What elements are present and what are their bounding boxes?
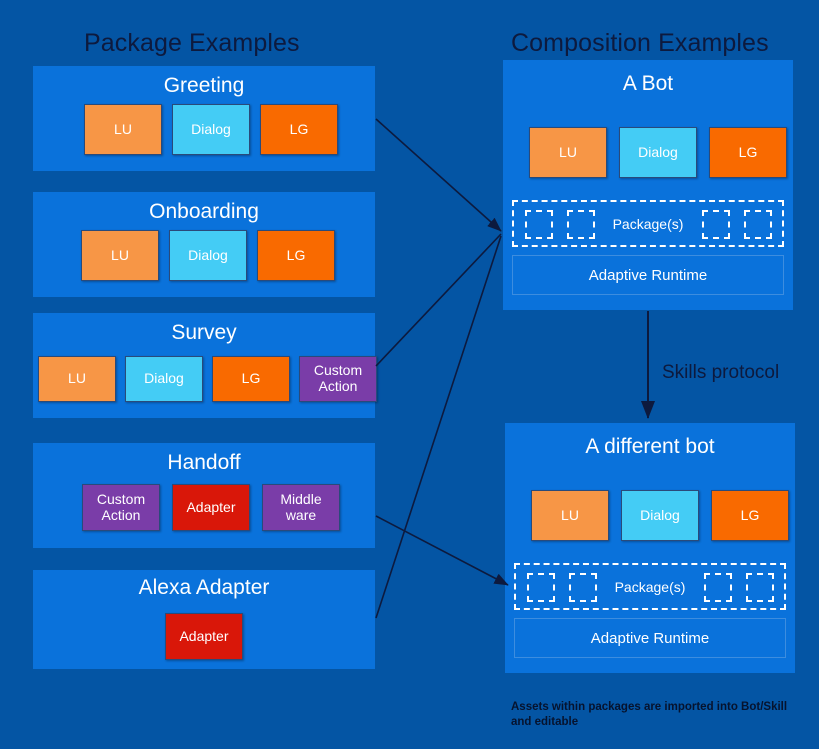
package-assets-survey: LU Dialog LG Custom Action	[38, 356, 377, 402]
asset-chip-lg[interactable]: LG	[709, 127, 787, 178]
asset-chip-dialog[interactable]: Dialog	[172, 104, 250, 155]
asset-chip-middleware[interactable]: Middle ware	[262, 484, 340, 531]
composition-title-a-different-bot: A different bot	[585, 435, 715, 458]
compositions-column-heading: Composition Examples	[511, 29, 769, 57]
package-slot[interactable]	[704, 573, 732, 602]
packages-band-label: Package(s)	[614, 579, 686, 595]
package-panel-handoff[interactable]: Handoff Custom Action Adapter Middle war…	[33, 443, 375, 548]
package-panel-survey[interactable]: Survey LU Dialog LG Custom Action	[33, 313, 377, 418]
package-title-handoff: Handoff	[167, 451, 241, 474]
package-assets-handoff: Custom Action Adapter Middle ware	[82, 484, 340, 531]
asset-chip-lg[interactable]: LG	[257, 230, 335, 281]
asset-chip-dialog[interactable]: Dialog	[169, 230, 247, 281]
asset-chip-lu[interactable]: LU	[38, 356, 116, 402]
package-panel-onboarding[interactable]: Onboarding LU Dialog LG	[33, 192, 375, 297]
composition-assets-a-different-bot: LU Dialog LG	[531, 490, 789, 541]
package-title-greeting: Greeting	[163, 74, 245, 97]
packages-band[interactable]: Package(s)	[514, 563, 786, 610]
composition-assets-a-bot: LU Dialog LG	[529, 127, 787, 178]
asset-chip-lu[interactable]: LU	[531, 490, 609, 541]
asset-chip-dialog[interactable]: Dialog	[125, 356, 203, 402]
skills-protocol-label: Skills protocol	[662, 362, 780, 383]
asset-chip-custom-action[interactable]: Custom Action	[299, 356, 377, 402]
asset-chip-lg[interactable]: LG	[212, 356, 290, 402]
packages-band[interactable]: Package(s)	[512, 200, 784, 247]
diagram-canvas: Package Examples Composition Examples Gr…	[0, 0, 819, 749]
adaptive-runtime-bar[interactable]: Adaptive Runtime	[512, 255, 784, 295]
asset-chip-dialog[interactable]: Dialog	[621, 490, 699, 541]
package-panel-alexa-adapter[interactable]: Alexa Adapter Adapter	[33, 570, 375, 669]
asset-chip-custom-action[interactable]: Custom Action	[82, 484, 160, 531]
asset-chip-lg[interactable]: LG	[711, 490, 789, 541]
package-assets-alexa-adapter: Adapter	[165, 613, 243, 660]
asset-chip-lu[interactable]: LU	[529, 127, 607, 178]
asset-chip-lu[interactable]: LU	[84, 104, 162, 155]
connector-handoff-to-a-different-bot	[375, 515, 509, 586]
connector-alexa-adapter-to-a-bot	[375, 235, 502, 619]
package-slot[interactable]	[744, 210, 772, 239]
asset-chip-lu[interactable]: LU	[81, 230, 159, 281]
asset-chip-dialog[interactable]: Dialog	[619, 127, 697, 178]
package-panel-greeting[interactable]: Greeting LU Dialog LG	[33, 66, 375, 171]
adaptive-runtime-bar[interactable]: Adaptive Runtime	[514, 618, 786, 658]
package-assets-greeting: LU Dialog LG	[84, 104, 338, 155]
package-assets-onboarding: LU Dialog LG	[81, 230, 335, 281]
packages-column-heading: Package Examples	[84, 29, 300, 57]
package-title-onboarding: Onboarding	[149, 200, 259, 223]
package-title-alexa-adapter: Alexa Adapter	[138, 576, 270, 599]
composition-panel-a-different-bot[interactable]: A different bot LU Dialog LG Package(s) …	[505, 423, 795, 673]
package-title-survey: Survey	[171, 321, 237, 344]
composition-panel-a-bot[interactable]: A Bot LU Dialog LG Package(s) Adaptive R…	[503, 60, 793, 310]
package-slot[interactable]	[702, 210, 730, 239]
asset-chip-lg[interactable]: LG	[260, 104, 338, 155]
connector-greeting-to-a-bot	[375, 118, 502, 232]
connector-survey-to-a-bot	[375, 233, 502, 367]
asset-chip-adapter[interactable]: Adapter	[165, 613, 243, 660]
asset-chip-adapter[interactable]: Adapter	[172, 484, 250, 531]
packages-band-label: Package(s)	[612, 216, 684, 232]
composition-title-a-bot: A Bot	[622, 72, 674, 95]
footnote-text: Assets within packages are imported into…	[511, 701, 788, 728]
package-slot[interactable]	[746, 573, 774, 602]
